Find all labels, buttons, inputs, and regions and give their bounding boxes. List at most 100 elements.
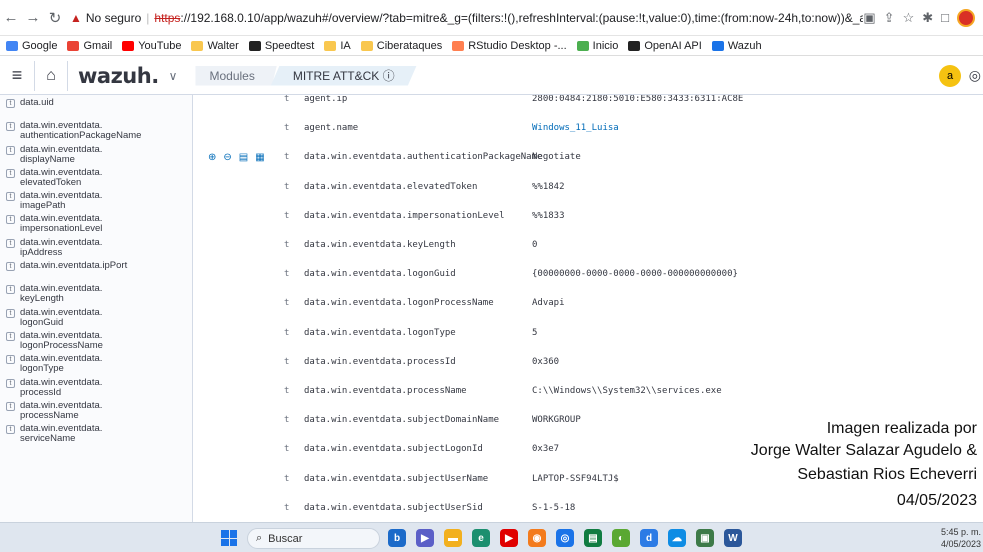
bookmark-item[interactable]: Gmail <box>67 40 112 52</box>
teams-icon[interactable]: ▶ <box>416 529 434 547</box>
photos-icon[interactable]: ▣ <box>696 529 714 547</box>
divider <box>67 60 68 91</box>
sidebar-field[interactable]: t data.win.eventdata. imagePath <box>0 188 192 211</box>
bookmark-item[interactable]: YouTube <box>122 40 181 52</box>
sidebar-field[interactable]: t data.uid <box>0 95 192 118</box>
sidebar-field[interactable]: t data.win.eventdata. keyLength <box>0 281 192 304</box>
taskbar-search[interactable]: ⌕ Buscar <box>247 528 380 549</box>
windows-start-icon[interactable] <box>221 530 237 546</box>
field-value: 0x360 <box>532 356 560 367</box>
youtube-app-icon[interactable]: ▶ <box>500 529 518 547</box>
wazuh-header: ≡ ⌂ wazuh. ∨ Modules MITRE ATT&CK ⓘ a ◎ <box>0 57 983 95</box>
table-row: t data.win.eventdata.impersonationLevel%%… <box>194 206 983 226</box>
field-type-icon: t <box>6 215 15 225</box>
share-icon[interactable]: ⇪ <box>884 10 895 26</box>
app-icon[interactable]: ▤ <box>584 529 602 547</box>
field-type-icon: t <box>284 386 290 396</box>
zoom-out-icon[interactable]: ⊖ <box>223 152 231 163</box>
help-icon[interactable]: ◎ <box>969 67 981 84</box>
field-type-icon: t <box>6 425 15 435</box>
table-row: t data.win.eventdata.logonType 5 <box>194 323 983 343</box>
bookmark-label: Inicio <box>592 39 619 52</box>
cloud-icon[interactable]: ☁ <box>668 529 686 547</box>
breadcrumb-modules[interactable]: Modules <box>195 65 277 86</box>
forward-arrow-icon[interactable]: → <box>22 7 44 29</box>
sidebar-field[interactable]: t data.win.eventdata. ipAddress <box>0 235 192 258</box>
sidebar-field[interactable]: t data.win.eventdata.ipPort <box>0 258 192 281</box>
sidebar-field[interactable]: t data.win.eventdata. logonGuid <box>0 305 192 328</box>
file-explorer-icon[interactable]: ▬ <box>444 529 462 547</box>
extensions-icon[interactable]: ✱ <box>922 10 933 26</box>
zoom-in-icon[interactable]: ⊕ <box>208 152 216 163</box>
field-key: data.win.eventdata.logonGuid <box>304 269 456 280</box>
field-type-icon: t <box>6 145 15 155</box>
sidebar-field[interactable]: t data.win.eventdata. serviceName <box>0 421 192 444</box>
home-icon[interactable]: ⌂ <box>39 67 63 85</box>
field-key: data.win.eventdata.impersonationLevel <box>304 210 505 221</box>
screenshot-icon[interactable]: ▣ <box>863 10 875 26</box>
field-value: %%1833 <box>532 210 565 221</box>
edge-icon[interactable]: e <box>472 529 490 547</box>
bing-icon[interactable]: b <box>388 529 406 547</box>
field-key: agent.name <box>304 123 359 134</box>
profile-avatar[interactable] <box>957 8 975 27</box>
sidebar-field[interactable]: t data.win.eventdata. impersonationLevel <box>0 211 192 234</box>
chevron-down-icon[interactable]: ∨ <box>169 69 178 83</box>
bookmark-label: RStudio Desktop -... <box>468 39 567 52</box>
bookmark-label: IA <box>340 39 351 52</box>
field-value: S-1-5-18 <box>532 502 576 513</box>
field-type-icon: t <box>6 192 15 202</box>
bookmark-item[interactable]: Walter <box>191 40 239 52</box>
wazuh-logo[interactable]: wazuh. <box>78 64 159 88</box>
bookmark-item[interactable]: IA <box>324 39 351 52</box>
bookmark-item[interactable]: Inicio <box>576 39 619 52</box>
field-value[interactable]: Windows_11_Luisa <box>532 123 619 133</box>
breadcrumb-mitre: MITRE ATT&CK ⓘ <box>270 65 417 86</box>
browser-toolbar: ← → ↻ ▲ No seguro | https ://192.168.0.1… <box>0 0 983 36</box>
word-icon[interactable]: W <box>724 529 742 547</box>
sidepanel-icon[interactable]: □ <box>941 10 949 25</box>
field-key: data.win.eventdata.logonType <box>304 327 456 338</box>
table-row: t data.win.eventdata.processId 0x360 <box>194 352 983 372</box>
dropbox-icon[interactable]: d <box>640 529 658 547</box>
address-bar[interactable]: ▲ No seguro | https ://192.168.0.10/app/… <box>70 5 863 31</box>
sidebar-field[interactable]: t data.win.eventdata. processId <box>0 375 192 398</box>
bookmark-label: Speedtest <box>264 39 315 52</box>
field-type-icon: t <box>284 473 290 484</box>
sidebar-field[interactable]: t data.win.eventdata. logonProcessName <box>0 328 192 351</box>
search-icon: ⌕ <box>256 532 263 544</box>
sidebar-field[interactable]: t data.win.eventdata. processName <box>0 398 192 421</box>
bookmark-item[interactable]: Google <box>6 40 57 52</box>
menu-icon[interactable]: ≡ <box>4 65 30 86</box>
chrome-icon[interactable]: ◎ <box>556 529 574 547</box>
bookmark-item[interactable]: OpenAI API <box>628 40 702 52</box>
field-type-icon: t <box>284 356 290 367</box>
field-value: LAPTOP-SSF94LTJ$ <box>532 473 619 484</box>
bookmark-icon <box>248 40 261 51</box>
field-value: 2800:0484:2180:5010:E580:3433:6311:AC8E <box>532 95 744 104</box>
reload-icon[interactable]: ↻ <box>44 7 66 29</box>
field-type-icon: t <box>6 168 15 178</box>
filter-icon[interactable]: ▦ <box>255 152 264 163</box>
table-row: ⊕ ⊖ ▤ ▦ t data.win.eventdata.authenticationPa… <box>194 147 983 167</box>
firefox-icon[interactable]: ◉ <box>528 529 546 547</box>
field-type-icon: t <box>6 99 15 108</box>
bookmark-item[interactable]: Speedtest <box>248 39 315 52</box>
field-key: data.win.eventdata.authenticationPackage… <box>304 152 543 163</box>
sidebar-field[interactable]: t data.win.eventdata. elevatedToken <box>0 165 192 188</box>
sidebar-field[interactable]: t data.win.eventdata. displayName <box>0 142 192 165</box>
bookmark-item[interactable]: Ciberataques <box>360 40 442 52</box>
toggle-column-icon[interactable]: ▤ <box>239 152 248 163</box>
back-arrow-icon[interactable]: ← <box>0 7 22 29</box>
browser-actions: ▣ ⇪ ☆ ✱ □ <box>863 8 975 27</box>
field-key: data.win.eventdata.logonProcessName <box>304 298 494 309</box>
sidebar-field[interactable]: t data.win.eventdata. authenticationPacka… <box>0 118 192 141</box>
sidebar-field[interactable]: t data.win.eventdata. logonType <box>0 351 192 374</box>
user-avatar[interactable]: a <box>939 65 961 87</box>
sidebar-field-label: data.win.eventdata. logonProcessName <box>20 329 103 351</box>
bookmark-item[interactable]: Wazuh <box>711 40 762 52</box>
bookmark-star-icon[interactable]: ☆ <box>903 10 915 26</box>
bookmark-icon <box>67 40 80 51</box>
android-icon[interactable]: ◐ <box>612 529 630 547</box>
bookmark-item[interactable]: RStudio Desktop -... <box>452 39 567 52</box>
